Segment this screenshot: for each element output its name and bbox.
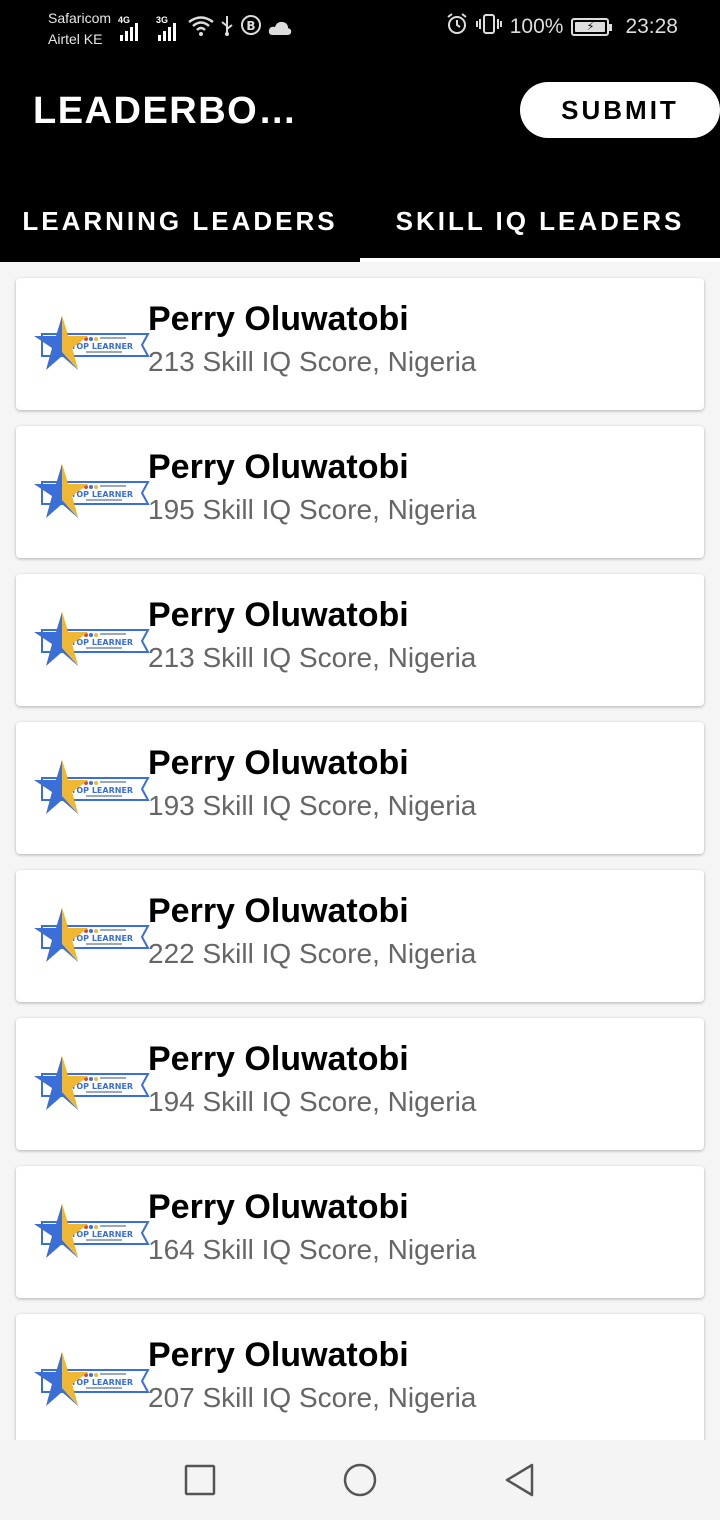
vibrate-icon	[475, 13, 502, 41]
leader-score-country: 195 Skill IQ Score, Nigeria	[148, 494, 477, 525]
svg-text:TOP LEARNER: TOP LEARNER	[71, 1378, 133, 1387]
tab-bar: LEARNING LEADERS SKILL IQ LEADERS	[0, 180, 720, 262]
usb-icon	[220, 14, 234, 41]
leader-name: Perry Oluwatobi	[148, 744, 409, 782]
svg-text:TOP LEARNER: TOP LEARNER	[71, 638, 133, 647]
cloud-icon	[268, 19, 292, 41]
submit-button[interactable]: SUBMIT	[520, 82, 720, 138]
leader-score-country: 213 Skill IQ Score, Nigeria	[148, 346, 477, 377]
leader-name: Perry Oluwatobi	[148, 596, 409, 634]
top-learner-badge-icon: TOP LEARNER	[30, 1054, 150, 1114]
top-learner-badge-icon: TOP LEARNER	[30, 1202, 150, 1262]
home-circle-icon[interactable]	[342, 1462, 378, 1498]
leader-card[interactable]: TOP LEARNER Perry Oluwatobi 164 Skill IQ S…	[16, 1166, 704, 1298]
leader-score-country: 207 Skill IQ Score, Nigeria	[148, 1382, 477, 1413]
top-learner-badge-icon: TOP LEARNER	[30, 610, 150, 670]
carrier-2: Airtel KE	[48, 31, 103, 47]
clock: 23:28	[625, 15, 678, 38]
leader-score-country: 193 Skill IQ Score, Nigeria	[148, 790, 477, 821]
status-bar: Safaricom Airtel KE 4G 3G B 100% ⚡ 23:28	[0, 0, 720, 56]
app-bar: LEADERBOARD SUBMIT LEARNING LEADERS SKIL…	[0, 56, 720, 262]
signal-icon-2: 3G	[156, 15, 176, 41]
leader-card[interactable]: TOP LEARNER Perry Oluwatobi 213 Skill IQ S…	[16, 278, 704, 410]
leader-score-country: 222 Skill IQ Score, Nigeria	[148, 938, 477, 969]
leader-score-country: 213 Skill IQ Score, Nigeria	[148, 642, 477, 673]
leader-name: Perry Oluwatobi	[148, 1188, 409, 1226]
top-learner-badge-icon: TOP LEARNER	[30, 906, 150, 966]
svg-text:TOP LEARNER: TOP LEARNER	[71, 490, 133, 499]
leader-list[interactable]: TOP LEARNER Perry Oluwatobi 213 Skill IQ S…	[0, 262, 720, 1440]
recents-square-icon[interactable]	[182, 1462, 218, 1498]
leader-name: Perry Oluwatobi	[148, 448, 409, 486]
status-right: 100% ⚡ 23:28	[446, 13, 678, 41]
leader-name: Perry Oluwatobi	[148, 892, 409, 930]
svg-text:TOP LEARNER: TOP LEARNER	[71, 1230, 133, 1239]
top-learner-badge-icon: TOP LEARNER	[30, 1350, 150, 1410]
leader-name: Perry Oluwatobi	[148, 300, 409, 338]
tab-skill-iq-leaders[interactable]: SKILL IQ LEADERS	[360, 180, 720, 262]
navigation-bar	[0, 1440, 720, 1520]
top-learner-badge-icon: TOP LEARNER	[30, 758, 150, 818]
svg-text:TOP LEARNER: TOP LEARNER	[71, 1082, 133, 1091]
b-circle-icon: B	[240, 14, 262, 41]
signal-icons: 4G 3G B	[118, 14, 292, 41]
battery-icon: ⚡	[571, 18, 613, 36]
leader-name: Perry Oluwatobi	[148, 1336, 409, 1374]
signal-icon-1: 4G	[118, 15, 138, 41]
leader-card[interactable]: TOP LEARNER Perry Oluwatobi 213 Skill IQ S…	[16, 574, 704, 706]
battery-percent: 100%	[509, 15, 564, 38]
svg-text:B: B	[246, 19, 255, 33]
top-learner-badge-icon: TOP LEARNER	[30, 314, 150, 374]
svg-text:TOP LEARNER: TOP LEARNER	[71, 342, 133, 351]
leader-card[interactable]: TOP LEARNER Perry Oluwatobi 193 Skill IQ S…	[16, 722, 704, 854]
leader-name: Perry Oluwatobi	[148, 1040, 409, 1078]
leader-score-country: 194 Skill IQ Score, Nigeria	[148, 1086, 477, 1117]
leader-card[interactable]: TOP LEARNER Perry Oluwatobi 207 Skill IQ S…	[16, 1314, 704, 1440]
svg-text:TOP LEARNER: TOP LEARNER	[71, 786, 133, 795]
leader-card[interactable]: TOP LEARNER Perry Oluwatobi 222 Skill IQ S…	[16, 870, 704, 1002]
back-triangle-icon[interactable]	[502, 1462, 538, 1498]
carrier-1: Safaricom	[48, 10, 112, 26]
svg-text:TOP LEARNER: TOP LEARNER	[71, 934, 133, 943]
wifi-icon	[188, 16, 214, 41]
top-learner-badge-icon: TOP LEARNER	[30, 462, 150, 522]
tab-learning-leaders[interactable]: LEARNING LEADERS	[0, 180, 360, 262]
page-title: LEADERBOARD	[33, 90, 313, 132]
alarm-icon	[446, 13, 468, 41]
leader-score-country: 164 Skill IQ Score, Nigeria	[148, 1234, 477, 1265]
leader-card[interactable]: TOP LEARNER Perry Oluwatobi 195 Skill IQ S…	[16, 426, 704, 558]
leader-card[interactable]: TOP LEARNER Perry Oluwatobi 194 Skill IQ S…	[16, 1018, 704, 1150]
carrier-info: Safaricom Airtel KE	[48, 8, 111, 50]
